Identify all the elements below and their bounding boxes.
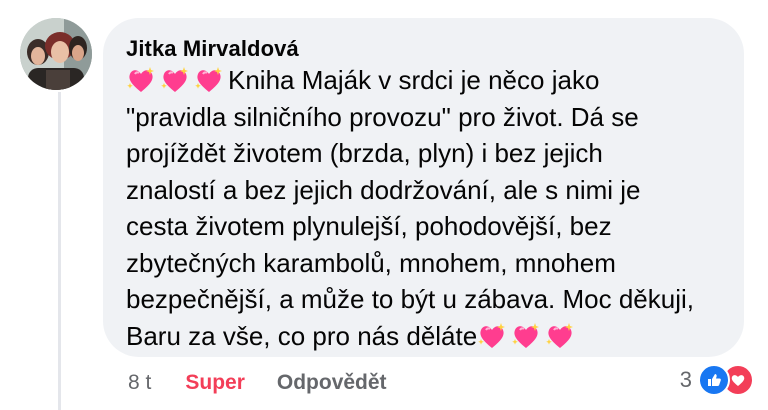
comment-actions: 8 t Super Odpovědět bbox=[128, 368, 387, 398]
sparkling-heart-icon bbox=[545, 321, 575, 351]
sparkling-heart-icon bbox=[160, 65, 190, 95]
thread-line bbox=[58, 92, 61, 410]
comment-author[interactable]: Jitka Mirvaldová bbox=[126, 36, 299, 62]
comment-line-1: Kniha Maják v srdci je něco jako bbox=[126, 62, 738, 99]
avatar-photo bbox=[20, 18, 92, 90]
sparkling-heart-icon bbox=[194, 65, 224, 95]
comment-timestamp[interactable]: 8 t bbox=[128, 371, 151, 395]
comment-line-text: Baru za vše, co pro nás děláte bbox=[126, 320, 478, 351]
reply-button[interactable]: Odpovědět bbox=[277, 371, 387, 395]
avatar[interactable] bbox=[20, 18, 92, 90]
react-button[interactable]: Super bbox=[185, 371, 245, 395]
comment-line-2: "pravidla silničního provozu" pro život.… bbox=[126, 101, 639, 132]
comment-line-5: cesta životem plynulejší, pohodovější, b… bbox=[126, 211, 612, 241]
comment-bubble: Jitka Mirvaldová Kniha Maják v srdci je … bbox=[103, 18, 744, 357]
reaction-count: 3 bbox=[679, 367, 692, 392]
sparkling-heart-icon bbox=[511, 321, 541, 351]
comment-line-6: zbytečných karambolů, mnohem, mnohem bbox=[126, 247, 616, 278]
comment-text: Kniha Maják v srdci je něco jako "pravid… bbox=[126, 62, 738, 354]
comment-line-4: znalostí a bez jejich dodržování, ale s … bbox=[126, 174, 641, 205]
comment-line-text: Kniha Maják v srdci je něco jako bbox=[228, 65, 600, 95]
reactions-summary[interactable]: 3 bbox=[680, 364, 754, 396]
like-icon bbox=[698, 364, 730, 396]
sparkling-heart-icon bbox=[477, 321, 507, 351]
comment-line-3: projíždět životem (brzda, plyn) i bez je… bbox=[126, 138, 603, 168]
comment-line-7: bezpečnější, a může to být u zábava. Moc… bbox=[126, 284, 694, 314]
sparkling-heart-icon bbox=[126, 65, 156, 95]
comment-line-8: Baru za vše, co pro nás děláte bbox=[126, 318, 738, 355]
